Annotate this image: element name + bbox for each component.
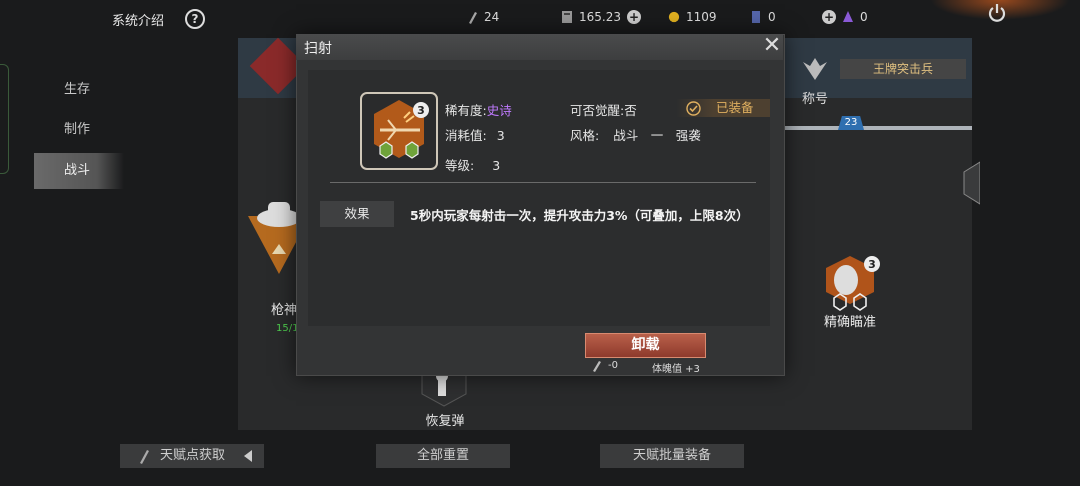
crystal-value: 0 xyxy=(860,10,868,24)
title-wings-icon xyxy=(803,58,827,80)
dialog-skill-level-badge: 3 xyxy=(417,104,425,117)
help-icon[interactable]: ? xyxy=(185,9,205,29)
power-icon[interactable] xyxy=(986,2,1008,24)
stat-physique-change: 体魄值 +3 xyxy=(652,364,700,375)
partial-skill-icon[interactable] xyxy=(956,158,980,208)
bullet-icon xyxy=(140,450,149,464)
awaken-row: 可否觉醒:否 xyxy=(570,100,637,119)
crystal-icon xyxy=(843,11,853,22)
caret-left-icon xyxy=(244,450,252,462)
dialog-header xyxy=(296,34,783,60)
title-name[interactable]: 王牌突击兵 xyxy=(840,59,966,79)
add-crystal-button[interactable]: + xyxy=(822,10,836,24)
resource-card: 0 xyxy=(750,10,776,24)
gold-value: 1109 xyxy=(686,10,717,24)
rarity-label: 稀有度: xyxy=(445,103,487,118)
resource-gold: 1109 xyxy=(668,10,717,24)
system-intro-label[interactable]: 系统介绍 xyxy=(112,10,164,29)
cash-value: 165.23 xyxy=(579,10,621,24)
menu-item-crafting[interactable]: 制作 xyxy=(34,112,124,148)
cost-row: 消耗值: 3 xyxy=(445,125,505,144)
card-value: 0 xyxy=(768,10,776,24)
check-circle-icon xyxy=(686,101,701,116)
gold-coin-icon xyxy=(668,11,680,23)
menu-item-combat[interactable]: 战斗 xyxy=(34,153,124,189)
svg-text:3: 3 xyxy=(868,258,876,271)
bullet-icon xyxy=(469,12,477,24)
level-row: 等级: 3 xyxy=(445,155,500,174)
dialog-divider xyxy=(330,182,756,183)
bullets-value: 24 xyxy=(484,10,500,24)
level-label: 等级: xyxy=(445,158,475,173)
rarity-row: 稀有度:史诗 xyxy=(445,100,512,119)
restore-bullet-name: 恢复弹 xyxy=(425,414,465,429)
unequip-button[interactable]: 卸载 xyxy=(585,333,706,358)
resource-bullets: 24 xyxy=(466,10,499,24)
close-icon[interactable]: ✕ xyxy=(762,35,782,57)
awaken-value: 否 xyxy=(624,103,637,118)
cash-icon xyxy=(562,11,572,23)
batch-equip-button[interactable]: 天赋批量装备 xyxy=(600,444,744,468)
rarity-value: 史诗 xyxy=(486,103,512,118)
stat-bullet-change: -0 xyxy=(608,360,618,371)
resource-crystal: + 0 xyxy=(822,10,868,24)
cost-value: 3 xyxy=(496,128,505,143)
style-value: 战斗 一 强袭 xyxy=(613,128,701,143)
left-edge-tab xyxy=(0,64,9,174)
resource-cash: 165.23 + xyxy=(561,10,641,24)
style-label: 风格: xyxy=(570,128,600,143)
dialog-title: 扫射 xyxy=(304,41,332,57)
card-icon xyxy=(752,11,760,23)
awaken-label: 可否觉醒: xyxy=(570,103,625,118)
menu-item-survival[interactable]: 生存 xyxy=(34,72,124,108)
cost-label: 消耗值: xyxy=(445,128,487,143)
precise-aim-skill-icon[interactable]: 3 xyxy=(816,254,884,312)
title-label: 称号 xyxy=(802,92,829,107)
reset-all-button[interactable]: 全部重置 xyxy=(376,444,510,468)
bullet-icon xyxy=(593,361,601,372)
add-cash-button[interactable]: + xyxy=(627,10,641,24)
style-row: 风格: 战斗 一 强袭 xyxy=(570,125,701,144)
effect-description: 5秒内玩家每射击一次，提升攻击力3%（可叠加，上限8次） xyxy=(410,208,749,223)
rank-badge: 23 xyxy=(838,116,864,130)
precise-aim-name: 精确瞄准 xyxy=(823,315,876,330)
effect-label: 效果 xyxy=(320,201,394,227)
strafe-skill-icon: 3 xyxy=(360,92,438,170)
level-value: 3 xyxy=(492,158,501,173)
